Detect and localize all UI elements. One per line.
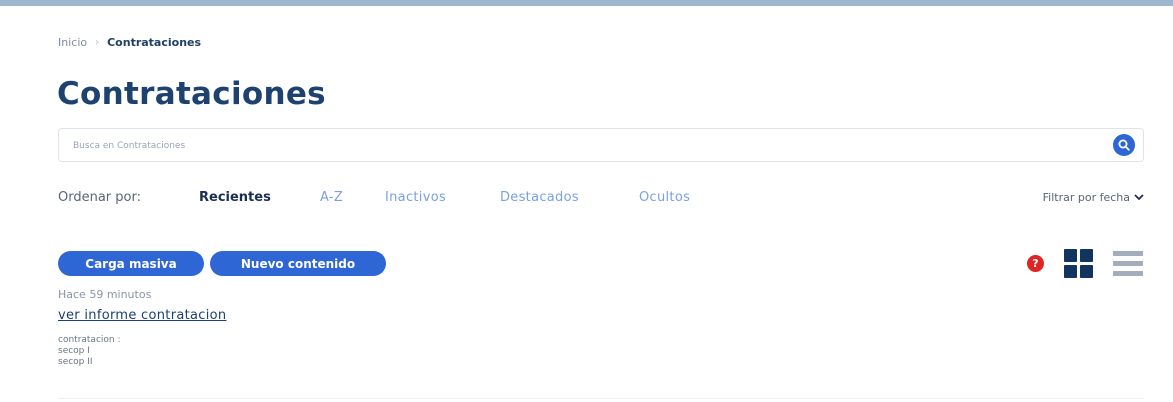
- breadcrumb-home-link[interactable]: Inicio: [58, 36, 87, 49]
- sort-option-inactivos[interactable]: Inactivos: [385, 190, 446, 205]
- breadcrumb-separator: ›: [95, 37, 100, 48]
- search-bar: [58, 128, 1144, 162]
- breadcrumb-current: Contrataciones: [107, 36, 202, 49]
- page-title: Contrataciones: [57, 76, 326, 112]
- search-input[interactable]: [71, 137, 1075, 155]
- breadcrumb: Inicio › Contrataciones: [58, 36, 201, 49]
- item-tag: secop II: [58, 357, 93, 367]
- help-icon[interactable]: ?: [1027, 255, 1044, 272]
- sort-option-a-z[interactable]: A-Z: [320, 190, 343, 205]
- grid-view-icon[interactable]: [1064, 249, 1093, 278]
- top-accent-bar: [0, 0, 1173, 6]
- sort-option-ocultos[interactable]: Ocultos: [639, 190, 690, 205]
- sort-option-destacados[interactable]: Destacados: [500, 190, 579, 205]
- new-content-button[interactable]: Nuevo contenido: [210, 251, 386, 276]
- sort-label: Ordenar por:: [58, 190, 141, 205]
- sort-bar: Ordenar por: Recientes A-Z Inactivos Des…: [58, 190, 1144, 208]
- bulk-upload-button[interactable]: Carga masiva: [58, 251, 204, 276]
- filter-by-date-dropdown[interactable]: Filtrar por fecha: [1043, 191, 1144, 204]
- chevron-down-icon: [1134, 194, 1144, 201]
- list-view-icon[interactable]: [1113, 251, 1143, 276]
- item-meta-label: contratacion :: [58, 335, 121, 345]
- filter-by-date-label: Filtrar por fecha: [1042, 191, 1130, 204]
- item-timestamp: Hace 59 minutos: [58, 288, 152, 301]
- search-button[interactable]: [1113, 134, 1135, 156]
- search-icon: [1118, 139, 1130, 151]
- sort-option-recientes[interactable]: Recientes: [199, 190, 271, 205]
- item-tag: secop I: [58, 346, 90, 356]
- item-metadata: contratacion : secop I secop II: [58, 335, 121, 368]
- divider: [58, 398, 1144, 399]
- item-title-link[interactable]: ver informe contratacion: [58, 308, 226, 323]
